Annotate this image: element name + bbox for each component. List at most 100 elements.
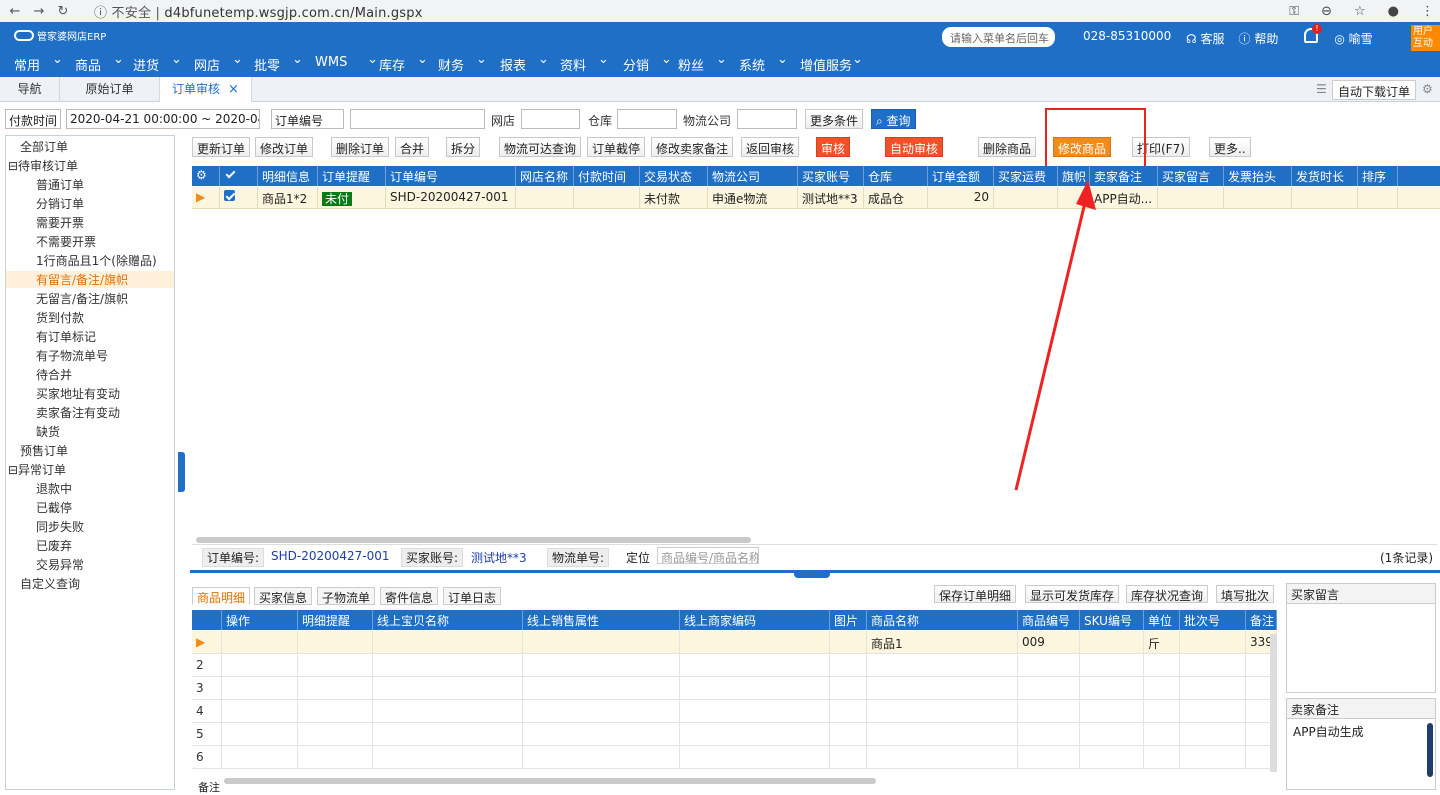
sidebar-item[interactable]: 有留言/备注/旗帜 <box>6 271 174 288</box>
detail-button[interactable]: 显示可发货库存 <box>1025 585 1120 603</box>
sidebar-item[interactable]: 预售订单 <box>6 442 68 459</box>
seller-note-scrollbar[interactable] <box>1427 723 1433 777</box>
toolbar-button-14[interactable]: 更多.. <box>1209 137 1251 157</box>
toolbar-button-4[interactable]: 拆分 <box>446 137 481 157</box>
column-header[interactable]: 付款时间 <box>574 166 640 186</box>
sidebar-item[interactable]: 交易异常 <box>6 556 84 573</box>
column-header[interactable]: 明细提醒 <box>298 610 373 630</box>
column-header[interactable]: 买家留言 <box>1158 166 1224 186</box>
list-icon[interactable]: ☰ <box>1316 82 1327 96</box>
menu-0[interactable]: 常用 <box>8 55 46 74</box>
column-header[interactable]: 线上宝贝名称 <box>373 610 523 630</box>
column-header[interactable]: 订单编号 <box>386 166 516 186</box>
field-select[interactable]: 订单编号 <box>271 109 344 129</box>
forward-icon[interactable]: → <box>30 4 48 19</box>
toolbar-button-9[interactable]: 审核 <box>816 137 851 157</box>
order-grid-scrollbar[interactable] <box>196 537 751 543</box>
gear-icon[interactable]: ⚙ <box>1422 82 1433 96</box>
sidebar-item[interactable]: 分销订单 <box>6 195 84 212</box>
toolbar-button-2[interactable]: 删除订单 <box>331 137 390 157</box>
toolbar-button-11[interactable]: 删除商品 <box>978 137 1037 157</box>
query-button[interactable]: ⌕ 查询 <box>871 109 916 129</box>
user-interaction-badge[interactable]: 用户 互动 <box>1411 25 1440 51</box>
detail-button[interactable]: 库存状况查询 <box>1126 585 1209 603</box>
toolbar-button-10[interactable]: 自动审核 <box>885 137 944 157</box>
service-link[interactable]: ☊ 客服 <box>1186 30 1225 47</box>
time-type-select[interactable]: 付款时间 <box>5 109 61 129</box>
tab-order-review[interactable]: 订单审核 × <box>160 77 252 102</box>
toolbar-button-0[interactable]: 更新订单 <box>192 137 251 157</box>
sidebar-item[interactable]: 不需要开票 <box>6 233 96 250</box>
toolbar-button-8[interactable]: 返回审核 <box>741 137 800 157</box>
row-checkbox[interactable] <box>224 190 235 201</box>
table-row[interactable]: 5 <box>192 723 1277 746</box>
sidebar-item[interactable]: 买家地址有变动 <box>6 385 120 402</box>
column-header[interactable]: 线上销售属性 <box>523 610 680 630</box>
column-header[interactable]: SKU编号 <box>1080 610 1144 630</box>
column-header[interactable]: 订单提醒 <box>318 166 386 186</box>
detail-tab[interactable]: 子物流单 <box>317 587 376 605</box>
toolbar-button-3[interactable]: 合并 <box>395 137 430 157</box>
date-range-input[interactable]: 2020-04-21 00:00:00 ~ 2020-04-2 <box>66 109 260 129</box>
menu-13[interactable]: 增值服务 <box>794 55 858 74</box>
table-row[interactable]: 2 <box>192 654 1277 677</box>
reload-icon[interactable]: ↻ <box>54 4 72 19</box>
column-header[interactable]: 买家账号 <box>798 166 864 186</box>
menu-12[interactable]: 系统 <box>733 55 771 74</box>
menu-6[interactable]: 库存 <box>373 55 411 74</box>
detail-tab[interactable]: 寄件信息 <box>380 587 439 605</box>
sidebar-item[interactable]: ⊟异常订单 <box>6 461 66 478</box>
table-row[interactable]: ▶ 商品1 009 斤 339 <box>192 631 1277 654</box>
sidebar-item[interactable]: 自定义查询 <box>6 575 80 592</box>
column-header[interactable]: 操作 <box>222 610 298 630</box>
menu-3[interactable]: 网店 <box>188 55 226 74</box>
toolbar-button-6[interactable]: 订单截停 <box>587 137 646 157</box>
sidebar-collapse-handle[interactable] <box>178 452 185 492</box>
shop-select[interactable] <box>521 109 580 129</box>
splitter-toggle[interactable] <box>794 570 830 578</box>
sidebar-item[interactable]: 无留言/备注/旗帜 <box>6 290 128 307</box>
sidebar-item[interactable]: 全部订单 <box>6 138 68 155</box>
locate-input[interactable]: 商品编号/商品名称 <box>657 547 759 564</box>
zoom-icon[interactable]: ⊖ <box>1321 4 1332 19</box>
column-header[interactable]: 备注 <box>1246 610 1277 630</box>
column-header[interactable]: 网店名称 <box>516 166 574 186</box>
star-icon[interactable]: ☆ <box>1354 4 1366 19</box>
menu-1[interactable]: 商品 <box>69 55 107 74</box>
column-header[interactable] <box>220 166 258 186</box>
warehouse-select[interactable] <box>617 109 677 129</box>
column-header[interactable]: 发票抬头 <box>1224 166 1292 186</box>
sidebar-item[interactable]: 普通订单 <box>6 176 84 193</box>
toolbar-button-1[interactable]: 修改订单 <box>255 137 314 157</box>
table-row[interactable]: 4 <box>192 700 1277 723</box>
sidebar-item[interactable]: 卖家备注有变动 <box>6 404 120 421</box>
column-header[interactable]: 明细信息 <box>258 166 318 186</box>
sidebar-item[interactable]: 缺货 <box>6 423 60 440</box>
more-conditions-button[interactable]: 更多条件 <box>805 109 864 129</box>
tab-raw-orders[interactable]: 原始订单 <box>60 77 160 102</box>
sidebar-item[interactable]: 待合并 <box>6 366 72 383</box>
menu-9[interactable]: 资料 <box>554 55 592 74</box>
menu-8[interactable]: 报表 <box>494 55 532 74</box>
column-header[interactable]: 仓库 <box>864 166 928 186</box>
column-header[interactable]: 商品名称 <box>867 610 1018 630</box>
help-link[interactable]: ⓘ 帮助 <box>1239 30 1279 47</box>
column-header[interactable]: 单位 <box>1144 610 1180 630</box>
column-header[interactable]: 交易状态 <box>640 166 708 186</box>
column-header[interactable]: 订单金额 <box>928 166 994 186</box>
sidebar-item[interactable]: 已截停 <box>6 499 72 516</box>
column-header[interactable]: 线上商家编码 <box>680 610 830 630</box>
seller-note-content[interactable]: APP自动生成 <box>1287 719 1435 744</box>
key-icon[interactable]: ⚿ <box>1289 4 1299 19</box>
column-header[interactable]: 商品编号 <box>1018 610 1080 630</box>
detail-button[interactable]: 填写批次 <box>1216 585 1275 603</box>
menu-2[interactable]: 进货 <box>127 55 165 74</box>
address-bar[interactable]: ⓘ 不安全 | d4bfunetemp.wsgjp.com.cn/Main.gs… <box>94 2 423 21</box>
column-header[interactable]: ⚙ <box>192 166 220 186</box>
menu-5[interactable]: WMS <box>309 55 353 70</box>
menu-search-input[interactable]: 请输入菜单名后回车 <box>942 27 1055 47</box>
menu-7[interactable]: 财务 <box>432 55 470 74</box>
detail-tab[interactable]: 买家信息 <box>254 587 313 605</box>
auto-download-button[interactable]: 自动下载订单 <box>1331 80 1416 100</box>
sidebar-item[interactable]: 有子物流单号 <box>6 347 108 364</box>
